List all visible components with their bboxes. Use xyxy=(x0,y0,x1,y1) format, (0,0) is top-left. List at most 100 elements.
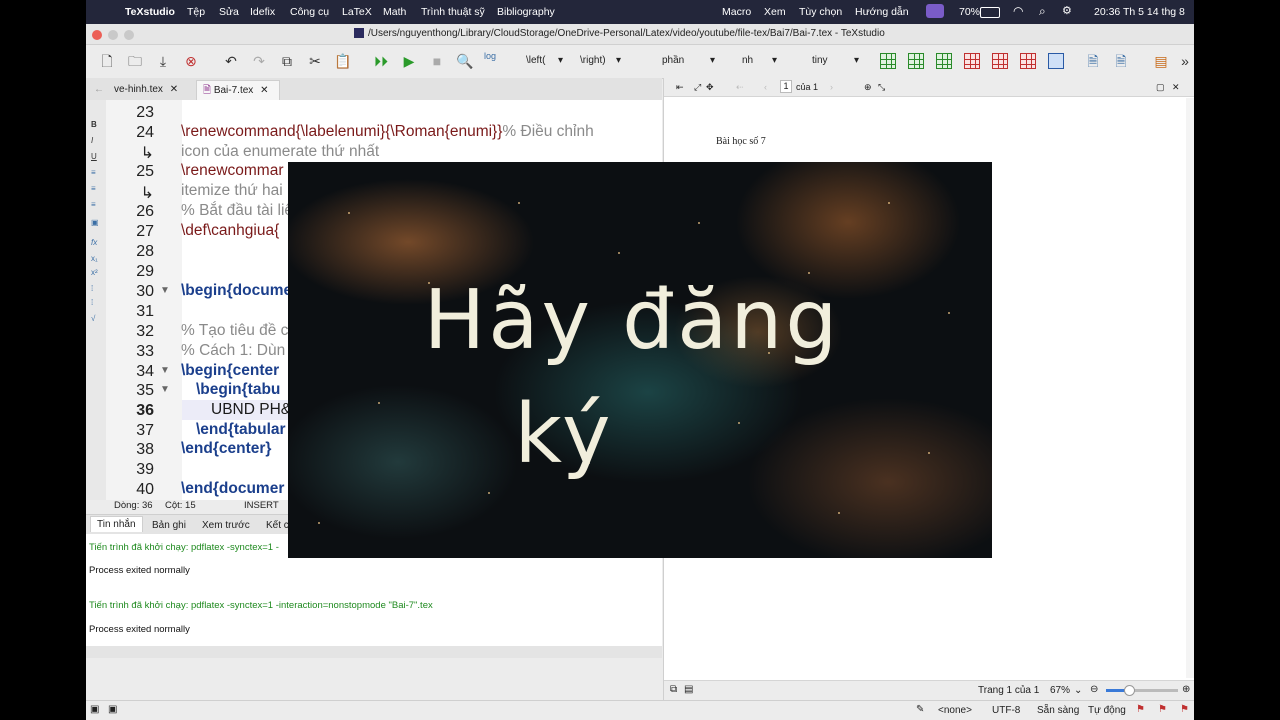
overflow-chevron-icon[interactable]: » xyxy=(1180,52,1190,70)
menu-tools[interactable]: Công cụ xyxy=(290,6,329,18)
control-center-icon[interactable]: ⚙ xyxy=(1062,4,1072,17)
language-selector[interactable]: <none> xyxy=(938,705,972,716)
pdf-page-input[interactable]: 1 xyxy=(780,80,792,93)
pdf-fullscreen-icon[interactable]: ⤡ xyxy=(878,82,885,93)
table-add-row-icon[interactable] xyxy=(936,53,952,69)
pdf-zoom-icon[interactable]: ⊕ xyxy=(864,82,872,93)
align-right-icon[interactable]: ≡ xyxy=(91,200,96,209)
tab-bai-7[interactable]: 🗎 Bai-7.tex ✕ xyxy=(196,80,280,100)
italic-icon[interactable]: I xyxy=(91,136,93,145)
reference-dropdown[interactable]: nh xyxy=(742,55,753,66)
view-pdf-icon[interactable]: 🔍 xyxy=(456,52,474,70)
stop-icon[interactable]: ■ xyxy=(428,52,446,70)
superscript-icon[interactable]: x² xyxy=(91,268,98,277)
section-dropdown[interactable]: phần xyxy=(662,55,684,66)
minimize-window-button[interactable] xyxy=(108,30,118,40)
align-center-icon[interactable]: ≡ xyxy=(91,184,96,193)
right-delimiter-dropdown[interactable]: \right) xyxy=(580,55,606,66)
bookmark-icon[interactable]: ⚑ xyxy=(1136,704,1145,715)
tab-scroll-left-icon[interactable]: ← xyxy=(88,80,104,100)
menu-wizards[interactable]: Trình thuật sỹ xyxy=(421,6,485,18)
pdf-back-icon[interactable]: ⇠ xyxy=(736,82,744,93)
menu-bibliography[interactable]: Bibliography xyxy=(497,6,555,18)
encoding-selector[interactable]: UTF-8 xyxy=(992,705,1020,716)
menu-latex[interactable]: LaTeX xyxy=(342,6,372,18)
sqrt-icon[interactable]: √ xyxy=(91,314,95,323)
table-remove-cell-icon[interactable] xyxy=(1020,53,1036,69)
insert-file-icon[interactable]: 🗎 xyxy=(1084,52,1102,70)
view-log-icon[interactable]: log xyxy=(484,51,496,61)
text-block-icon[interactable]: ▤ xyxy=(1152,52,1170,70)
tab-messages[interactable]: Tin nhắn xyxy=(90,516,143,532)
save-icon[interactable]: ⤓ xyxy=(154,52,172,70)
new-line-icon[interactable]: ▣ xyxy=(91,218,99,227)
pdf-first-page-icon[interactable]: ⇤ xyxy=(676,82,684,93)
menu-view[interactable]: Xem xyxy=(764,6,786,18)
subscript-icon[interactable]: x₁ xyxy=(91,254,98,263)
battery-icon[interactable] xyxy=(980,7,1000,18)
zoom-window-button[interactable] xyxy=(124,30,134,40)
menu-options[interactable]: Tùy chọn xyxy=(799,6,842,18)
pdf-next-page-icon[interactable]: › xyxy=(830,82,833,92)
tab-log[interactable]: Bản ghi xyxy=(146,518,192,533)
undo-icon[interactable]: ↶ xyxy=(222,52,240,70)
menu-macro[interactable]: Macro xyxy=(722,6,751,18)
clock[interactable]: 20:36 Th 5 14 thg 8 xyxy=(1094,6,1185,18)
close-tab-icon[interactable]: ✕ xyxy=(260,85,268,96)
tab-ve-hinh[interactable]: ve-hinh.tex ✕ xyxy=(108,80,196,100)
math-mode-icon[interactable]: fx xyxy=(91,238,97,247)
pdf-scrollbar[interactable] xyxy=(1186,98,1194,678)
pdf-prev-page-icon[interactable]: ‹ xyxy=(764,82,767,92)
bold-icon[interactable]: B xyxy=(91,120,97,129)
pdf-window-icon[interactable]: ▢ xyxy=(1156,82,1165,93)
underline-icon[interactable]: U xyxy=(91,152,97,161)
dfrac-icon[interactable]: ⁞ xyxy=(91,298,93,307)
new-file-icon[interactable]: 🗋 xyxy=(98,52,116,70)
copy-icon[interactable]: ⧉ xyxy=(278,52,296,70)
table-remove-column-icon[interactable] xyxy=(992,53,1008,69)
left-delimiter-dropdown[interactable]: \left( xyxy=(526,55,545,66)
open-folder-icon[interactable]: 🗀 xyxy=(126,52,144,70)
zoom-out-icon[interactable]: ⊖ xyxy=(1090,684,1098,695)
auto-mode[interactable]: Tự động xyxy=(1088,705,1126,716)
pdf-sync-icon[interactable]: ⧉ xyxy=(670,684,677,695)
bookmark-icon[interactable]: ⚑ xyxy=(1180,704,1189,715)
close-window-button[interactable] xyxy=(92,30,102,40)
align-left-icon[interactable]: ≡ xyxy=(91,168,96,177)
fold-toggle-icon[interactable]: ▼ xyxy=(160,384,170,395)
menu-math[interactable]: Math xyxy=(383,6,406,18)
pdf-close-icon[interactable]: ✕ xyxy=(1172,82,1180,93)
tab-preview[interactable]: Xem trước xyxy=(196,518,256,533)
pdf-move-icon[interactable]: ✥ xyxy=(706,82,714,93)
table-align-icon[interactable] xyxy=(1048,53,1064,69)
build-view-icon[interactable]: ⏵⏵ xyxy=(372,52,390,70)
sidebar-toggle-icon[interactable]: ▣ xyxy=(108,704,117,715)
bookmark-icon[interactable]: ⚑ xyxy=(1158,704,1167,715)
cut-icon[interactable]: ✂ xyxy=(306,52,324,70)
size-dropdown[interactable]: tiny xyxy=(812,55,828,66)
zoom-slider[interactable] xyxy=(1106,685,1178,696)
close-tab-icon[interactable]: ✕ xyxy=(170,84,178,95)
search-icon[interactable]: ⌕ xyxy=(1039,4,1046,19)
structure-panel-icon[interactable]: ▣ xyxy=(90,704,99,715)
wifi-icon[interactable]: ◠ xyxy=(1013,4,1023,18)
menu-file[interactable]: Tệp xyxy=(187,6,205,18)
zoom-slider-handle[interactable] xyxy=(1124,685,1135,696)
table-icon[interactable] xyxy=(880,53,896,69)
screen-record-icon[interactable] xyxy=(926,4,944,18)
table-add-column-icon[interactable] xyxy=(908,53,924,69)
pdf-fit-icon[interactable]: ⤢ xyxy=(694,82,701,93)
menu-idefix[interactable]: Idefix xyxy=(250,6,275,18)
message-scrollbar[interactable] xyxy=(86,646,662,658)
pdf-zoom-level[interactable]: 67% xyxy=(1050,685,1070,696)
app-menu[interactable]: TeXstudio xyxy=(125,6,175,18)
close-file-icon[interactable]: ⊗ xyxy=(182,52,200,70)
menu-help[interactable]: Hướng dẫn xyxy=(855,6,909,18)
zoom-in-icon[interactable]: ⊕ xyxy=(1182,684,1190,695)
spell-check-icon[interactable]: ✎ xyxy=(916,704,924,715)
menu-edit[interactable]: Sửa xyxy=(219,6,239,18)
redo-icon[interactable]: ↷ xyxy=(250,52,268,70)
fold-toggle-icon[interactable]: ▼ xyxy=(160,365,170,376)
table-remove-row-icon[interactable] xyxy=(964,53,980,69)
paste-icon[interactable]: 📋 xyxy=(334,52,352,70)
